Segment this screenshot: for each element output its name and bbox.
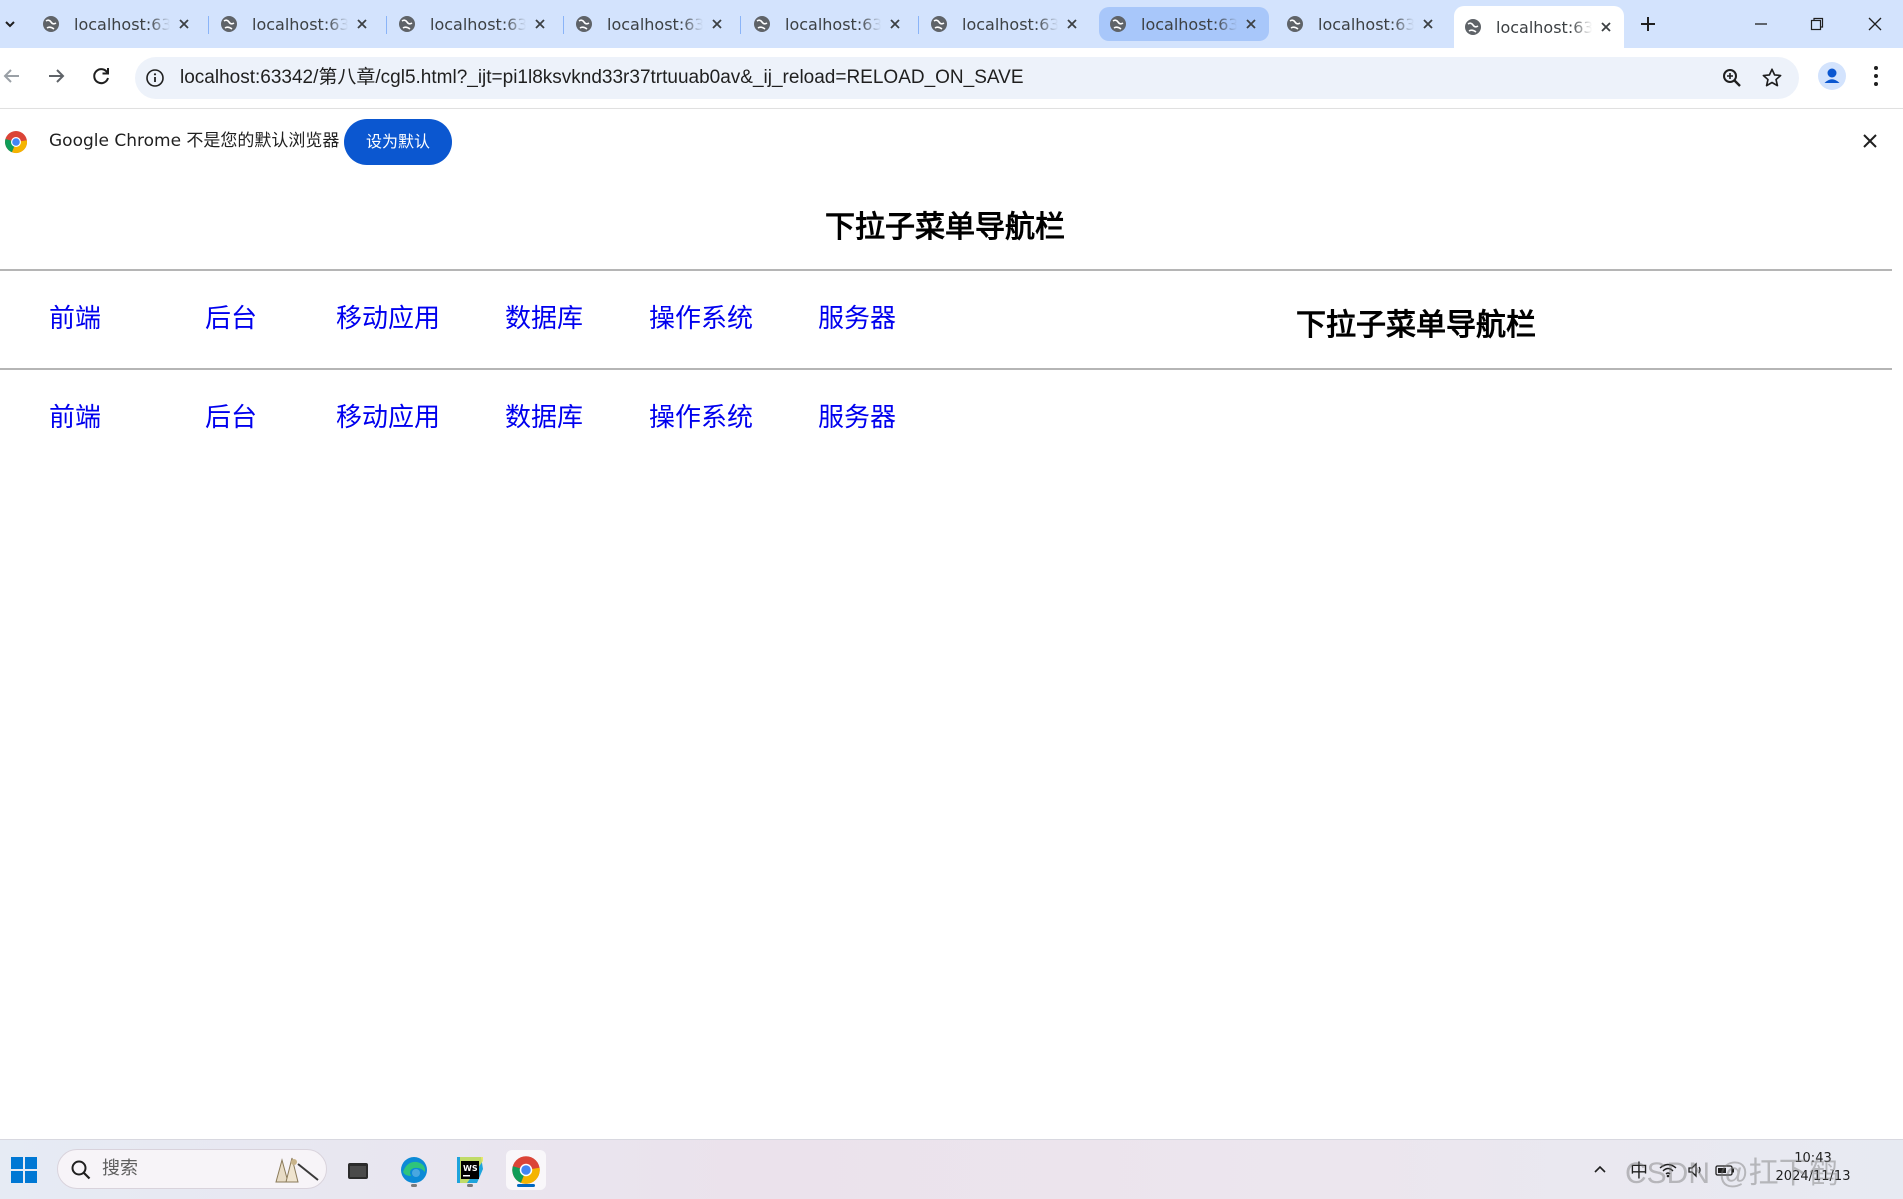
globe-icon	[754, 16, 770, 32]
floated-heading: 下拉子菜单导航栏	[1296, 308, 1536, 343]
close-icon[interactable]	[887, 16, 903, 32]
file-explorer-icon	[348, 1163, 368, 1179]
divider	[0, 368, 1892, 370]
nav-bar: 前端 后台 移动应用 数据库 操作系统 服务器	[0, 294, 1000, 344]
close-icon[interactable]	[709, 16, 725, 32]
globe-icon	[1287, 16, 1303, 32]
windows-taskbar: 搜索 WS 中 10:43 2024/11/13 CSDN @扛下鹤	[0, 1139, 1903, 1199]
nav-link-server[interactable]: 服务器	[818, 294, 896, 344]
svg-text:WS: WS	[463, 1164, 478, 1173]
browser-tab-highlighted[interactable]: localhost:63342	[1099, 7, 1269, 41]
edge-icon	[401, 1157, 427, 1183]
nav-bar: 前端 后台 移动应用 数据库 操作系统 服务器	[0, 393, 1000, 443]
browser-toolbar: localhost:63342/第八章/cgl5.html?_ijt=pi1l8…	[0, 48, 1903, 108]
globe-icon	[1465, 19, 1481, 35]
globe-icon	[576, 16, 592, 32]
globe-icon	[221, 16, 237, 32]
close-icon[interactable]	[1064, 16, 1080, 32]
close-icon	[1868, 17, 1882, 31]
window-close-button[interactable]	[1855, 10, 1895, 38]
close-icon[interactable]	[1243, 16, 1259, 32]
tab-title: localhost:63342	[1141, 14, 1237, 34]
default-browser-infobar: Google Chrome 不是您的默认浏览器 设为默认	[0, 108, 1903, 175]
url-text[interactable]: localhost:63342/第八章/cgl5.html?_ijt=pi1l8…	[180, 57, 1024, 99]
nav-link-database[interactable]: 数据库	[505, 294, 583, 344]
forward-arrow-icon[interactable]	[44, 64, 68, 88]
profile-avatar[interactable]	[1818, 62, 1846, 90]
nav-link-os[interactable]: 操作系统	[649, 294, 753, 344]
address-bar[interactable]: localhost:63342/第八章/cgl5.html?_ijt=pi1l8…	[135, 57, 1799, 99]
webstorm-icon: WS	[457, 1157, 483, 1183]
tab-title: localhost:63342	[74, 14, 170, 34]
minimize-icon	[1755, 23, 1767, 25]
close-icon[interactable]	[1420, 16, 1436, 32]
new-tab-icon[interactable]	[1636, 12, 1660, 36]
chevron-down-icon	[5, 21, 15, 28]
close-icon[interactable]	[176, 16, 192, 32]
reload-icon[interactable]	[89, 64, 113, 88]
search-icon	[71, 1160, 91, 1180]
globe-icon	[1110, 16, 1126, 32]
tab-title: localhost:63342	[962, 14, 1058, 34]
nav-link-frontend[interactable]: 前端	[49, 294, 101, 344]
nav-link-frontend[interactable]: 前端	[49, 393, 101, 443]
nav-link-database[interactable]: 数据库	[505, 393, 583, 443]
browser-tab[interactable]: localhost:63342	[210, 6, 380, 42]
restore-icon	[1810, 17, 1824, 31]
nav-link-backend[interactable]: 后台	[205, 294, 257, 344]
close-icon[interactable]	[532, 16, 548, 32]
search-highlight-art-icon	[275, 1157, 319, 1183]
person-icon	[1824, 68, 1840, 83]
close-icon[interactable]	[354, 16, 370, 32]
browser-tab-active[interactable]: localhost:63342	[1454, 6, 1624, 48]
page-title: 下拉子菜单导航栏	[825, 210, 1065, 245]
taskbar-app-file-explorer[interactable]	[338, 1150, 378, 1190]
close-icon[interactable]	[1860, 131, 1880, 151]
windows-start-icon[interactable]	[10, 1156, 38, 1184]
info-icon[interactable]	[145, 68, 165, 88]
globe-icon	[399, 16, 415, 32]
zoom-icon[interactable]	[1721, 67, 1743, 89]
set-default-button[interactable]: 设为默认	[344, 119, 453, 165]
nav-link-server[interactable]: 服务器	[818, 393, 896, 443]
tab-title: localhost:63342	[785, 14, 881, 34]
taskbar-app-webstorm[interactable]: WS	[450, 1150, 490, 1190]
globe-icon	[43, 16, 59, 32]
chrome-icon	[512, 1156, 540, 1184]
tab-title: localhost:63342	[607, 14, 703, 34]
watermark-text: CSDN @扛下鹤	[1625, 1157, 1839, 1190]
taskbar-app-chrome[interactable]	[506, 1150, 546, 1190]
taskbar-app-edge[interactable]	[394, 1150, 434, 1190]
tab-title: localhost:63342	[430, 14, 526, 34]
browser-tab[interactable]: localhost:63342	[565, 6, 735, 42]
infobar-message: Google Chrome 不是您的默认浏览器	[49, 131, 340, 151]
nav-link-mobile[interactable]: 移动应用	[336, 393, 440, 443]
browser-tab[interactable]: localhost:63342	[32, 6, 202, 42]
page-content: 下拉子菜单导航栏 前端 后台 移动应用 数据库 操作系统 服务器 下拉子菜单导航…	[0, 175, 1903, 1139]
search-placeholder: 搜索	[102, 1158, 138, 1179]
globe-icon	[931, 16, 947, 32]
tab-title: localhost:63342	[1318, 14, 1414, 34]
browser-tab[interactable]: localhost:63342	[743, 6, 913, 42]
taskbar-search-box[interactable]: 搜索	[57, 1149, 327, 1189]
chevron-up-icon[interactable]	[1592, 1162, 1608, 1178]
restore-button[interactable]	[1797, 10, 1837, 38]
browser-tab[interactable]: localhost:63342	[1276, 6, 1446, 42]
minimize-button[interactable]	[1741, 10, 1781, 38]
tab-title: localhost:63342	[252, 14, 348, 34]
browser-tab[interactable]: localhost:63342	[920, 6, 1090, 42]
back-arrow-icon[interactable]	[0, 64, 24, 88]
tab-strip: localhost:63342 localhost:63342 localhos…	[0, 0, 1903, 48]
chrome-logo-icon	[5, 131, 27, 154]
close-icon[interactable]	[1598, 19, 1614, 35]
tab-search-button[interactable]	[0, 10, 20, 38]
bookmark-star-icon[interactable]	[1761, 67, 1783, 89]
browser-tab[interactable]: localhost:63342	[388, 6, 558, 42]
tab-title: localhost:63342	[1496, 17, 1592, 37]
nav-link-backend[interactable]: 后台	[205, 393, 257, 443]
nav-link-mobile[interactable]: 移动应用	[336, 294, 440, 344]
divider	[0, 269, 1892, 271]
more-menu-icon[interactable]	[1866, 62, 1886, 90]
nav-link-os[interactable]: 操作系统	[649, 393, 753, 443]
